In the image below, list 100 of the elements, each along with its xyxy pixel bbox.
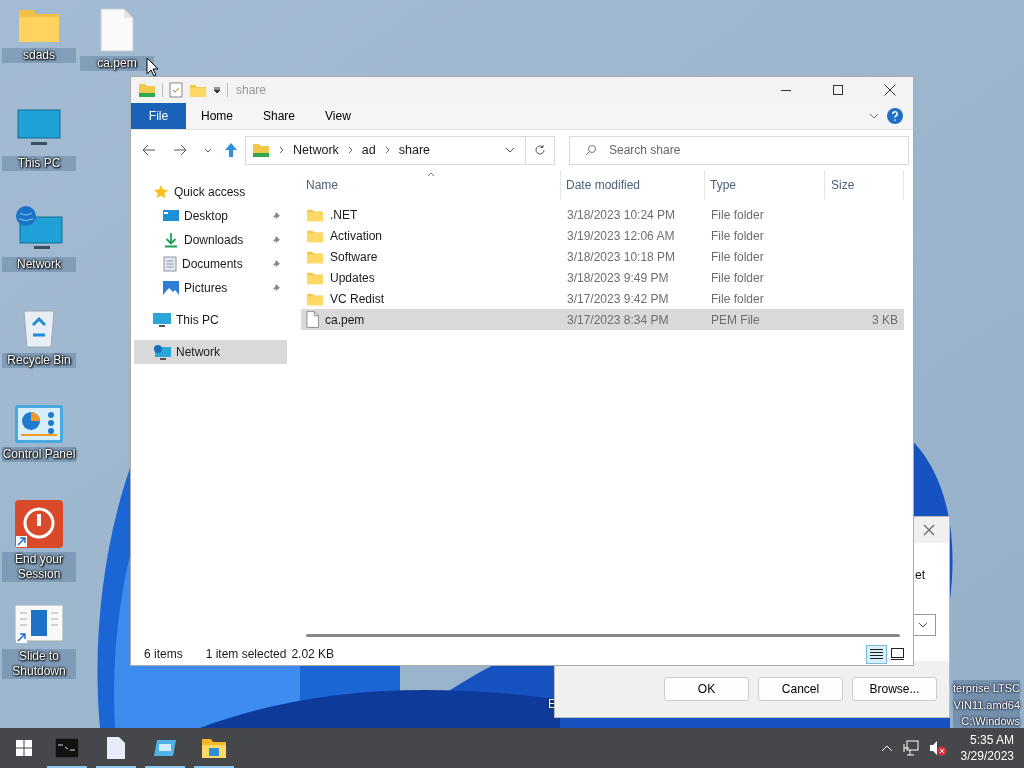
dialog-button[interactable]: OK — [664, 677, 749, 701]
dialog-button[interactable]: Cancel — [758, 677, 843, 701]
chevron-down-icon[interactable] — [505, 147, 515, 153]
table-cell: 3/17/2023 9:42 PM — [567, 291, 669, 306]
nav-item[interactable]: Downloads — [131, 228, 289, 252]
refresh-icon[interactable] — [534, 144, 546, 156]
network-icon — [153, 344, 171, 360]
icon-label: Network — [2, 257, 76, 272]
nav-item[interactable]: Documents — [131, 252, 289, 276]
chevron-right-icon[interactable] — [279, 146, 284, 154]
folder-icon — [306, 207, 324, 222]
file-icon[interactable] — [106, 737, 125, 759]
control-panel-icon[interactable] — [15, 405, 63, 443]
column-header[interactable]: Type — [705, 170, 825, 200]
power-icon[interactable] — [15, 500, 63, 548]
properties-icon[interactable] — [169, 82, 183, 98]
network-icon[interactable] — [902, 740, 919, 756]
file-name: Updates — [330, 270, 375, 285]
chevron-up-icon[interactable] — [880, 744, 893, 752]
monitor-icon — [153, 312, 171, 328]
table-cell: 3/18/2023 10:24 PM — [567, 207, 676, 222]
breadcrumb[interactable]: Network — [293, 143, 339, 157]
table-cell: File folder — [711, 207, 764, 222]
dialog-text: et — [915, 568, 925, 582]
dialog-button[interactable]: Browse... — [852, 677, 937, 701]
search-field[interactable]: Search share — [569, 135, 909, 165]
watermark-text: E — [548, 697, 556, 711]
clock-date[interactable]: 3/29/2023 — [960, 748, 1014, 764]
chevron-right-icon[interactable] — [347, 146, 353, 154]
status-text: 1 item selected — [205, 647, 287, 661]
ribbon-tab[interactable]: Share — [248, 103, 311, 129]
icon-label: sdads — [2, 48, 76, 63]
back-icon[interactable] — [142, 144, 156, 156]
file-name: Software — [330, 249, 378, 264]
file-name: .NET — [330, 207, 358, 222]
pin-icon[interactable] — [271, 259, 281, 269]
folder-icon — [306, 270, 324, 285]
icon-label: End your Session — [2, 552, 76, 582]
folder-icon — [138, 82, 156, 98]
breadcrumb[interactable]: share — [398, 143, 431, 157]
speaker-icon[interactable] — [928, 740, 947, 756]
file-name: ca.pem — [325, 312, 365, 327]
slide-shutdown-icon[interactable] — [15, 605, 63, 645]
pin-icon[interactable] — [271, 283, 281, 293]
icon-label: Slide to Shutdown — [2, 649, 76, 679]
folder-icon[interactable] — [201, 738, 226, 758]
window-icon[interactable] — [153, 740, 176, 756]
terminal-icon[interactable] — [54, 738, 79, 758]
file-name: Activation — [330, 228, 383, 243]
nav-item[interactable]: Quick access — [134, 180, 287, 204]
file-row[interactable]: ca.pem 3/17/2023 8:34 PM PEM File 3 KB — [301, 309, 904, 330]
file-name: VC Redist — [330, 291, 385, 306]
forward-icon[interactable] — [173, 144, 187, 156]
status-text: 2.02 KB — [291, 647, 335, 661]
nav-item[interactable]: Network — [134, 340, 287, 364]
address-bar[interactable]: Network ad share — [245, 135, 526, 165]
icon-label: Recycle Bin — [2, 353, 76, 368]
desktop-icon — [163, 209, 179, 223]
chevron-down-icon[interactable] — [204, 147, 212, 153]
folder-icon — [306, 291, 324, 306]
table-cell: 3 KB — [872, 312, 898, 327]
download-icon — [163, 232, 179, 248]
icon-label: Control Panel — [2, 447, 76, 462]
image-icon — [163, 280, 179, 296]
scrollbar[interactable] — [306, 634, 900, 637]
clock-time[interactable]: 5:35 AM — [969, 732, 1014, 748]
nav-item[interactable]: This PC — [134, 308, 287, 332]
nav-item[interactable]: Desktop — [131, 204, 289, 228]
chevron-down-icon[interactable] — [869, 113, 879, 119]
up-arrow-icon[interactable] — [224, 142, 238, 158]
pin-icon[interactable] — [271, 211, 281, 221]
file-row[interactable]: Activation 3/19/2023 12:06 AM File folder — [301, 225, 904, 246]
file-row[interactable]: Software 3/18/2023 10:18 PM File folder — [301, 246, 904, 267]
nav-item[interactable]: Pictures — [131, 276, 289, 300]
help-icon[interactable] — [887, 108, 903, 124]
breadcrumb[interactable]: ad — [361, 143, 376, 157]
column-header[interactable]: Date modified — [561, 170, 705, 200]
dropdown-icon[interactable] — [213, 86, 221, 94]
windows-logo-icon[interactable] — [16, 740, 32, 756]
file-menu-button[interactable]: File — [131, 103, 186, 129]
search-icon — [585, 143, 597, 156]
chevron-down-icon[interactable] — [918, 622, 928, 628]
table-cell: File folder — [711, 249, 764, 264]
watermark-text: C:\Windows — [961, 714, 1020, 729]
status-text: 6 items — [144, 647, 183, 661]
file-row[interactable]: Updates 3/18/2023 9:49 PM File folder — [301, 267, 904, 288]
watermark-text: terprise LTSC — [952, 681, 1020, 696]
ribbon-tab[interactable]: View — [310, 103, 366, 129]
watermark-text: VIN11.amd64 — [953, 697, 1020, 713]
file-row[interactable]: VC Redist 3/17/2023 9:42 PM File folder — [301, 288, 904, 309]
document-icon — [163, 256, 177, 272]
pin-icon[interactable] — [271, 235, 281, 245]
file-row[interactable]: .NET 3/18/2023 10:24 PM File folder — [301, 204, 904, 225]
ribbon-tab[interactable]: Home — [186, 103, 248, 129]
chevron-right-icon[interactable] — [384, 146, 390, 154]
column-header[interactable]: Size — [825, 170, 904, 200]
close-icon[interactable] — [923, 524, 935, 536]
column-header[interactable]: Name — [301, 170, 561, 200]
table-cell: 3/18/2023 10:18 PM — [567, 249, 676, 264]
folder-icon — [252, 142, 270, 158]
